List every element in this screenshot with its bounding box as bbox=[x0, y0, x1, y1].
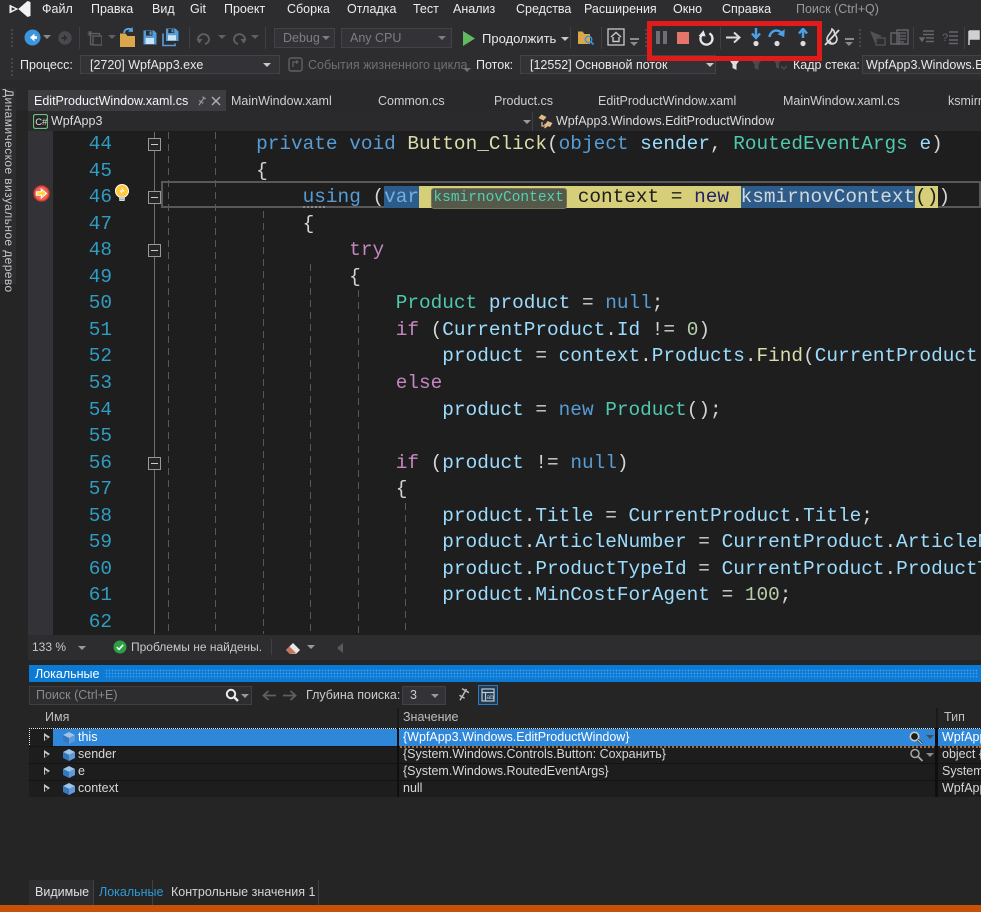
svg-text:ab: ab bbox=[487, 694, 495, 701]
svg-text:C#: C# bbox=[35, 117, 48, 128]
svg-text:?: ? bbox=[942, 32, 948, 44]
